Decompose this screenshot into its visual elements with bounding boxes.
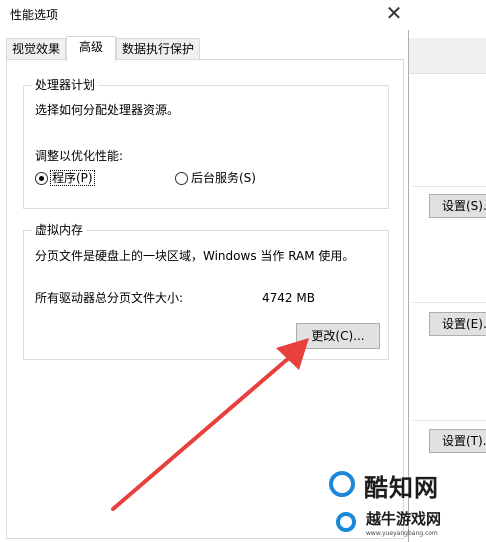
tab-data-execution-prevention[interactable]: 数据执行保护 [116, 38, 200, 60]
watermark-logo-icon [329, 471, 356, 532]
background-settings-s-button[interactable]: 设置(S)... [429, 194, 486, 218]
virtual-memory-legend: 虚拟内存 [32, 223, 87, 237]
processor-scheduling-group: 处理器计划 选择如何分配处理器资源。 调整以优化性能: 程序(P) 后台服务(S… [23, 78, 389, 209]
close-icon[interactable]: ✕ [380, 1, 408, 27]
background-services-radio-label: 后台服务(S) [191, 171, 256, 185]
tab-advanced[interactable]: 高级 [66, 36, 116, 62]
watermark-logo-ring [329, 471, 355, 497]
background-divider [413, 420, 486, 421]
background-divider [413, 302, 486, 303]
programs-radio[interactable]: 程序(P) [35, 170, 95, 186]
programs-radio-label: 程序(P) [50, 170, 95, 186]
background-window-header [409, 38, 486, 74]
virtual-memory-group: 虚拟内存 分页文件是硬盘上的一块区域，Windows 当作 RAM 使用。 所有… [23, 223, 389, 360]
paging-file-description: 分页文件是硬盘上的一块区域，Windows 当作 RAM 使用。 [35, 249, 355, 263]
title-bar: 性能选项 ✕ [0, 0, 409, 30]
adjust-for-label: 调整以优化性能: [35, 149, 124, 163]
watermark-logo-text: 酷知网 [364, 474, 439, 502]
programs-radio-indicator[interactable] [35, 171, 48, 185]
background-window: 设置(S)... 设置(E)... 设置(T)... [408, 0, 486, 542]
background-services-radio-indicator[interactable] [175, 171, 188, 185]
background-settings-t-button[interactable]: 设置(T)... [429, 429, 486, 453]
change-virtual-memory-button[interactable]: 更改(C)... [296, 323, 380, 349]
watermark-logo-ring [336, 512, 356, 532]
performance-options-dialog: 性能选项 ✕ 视觉效果 高级 数据执行保护 处理器计划 选择如何分配处理器资源。… [0, 0, 409, 542]
dialog-title: 性能选项 [10, 8, 59, 22]
background-divider [413, 186, 486, 187]
watermark-url: www.yueyangbang.com [366, 530, 438, 537]
tab-visual-effects[interactable]: 视觉效果 [6, 38, 66, 60]
background-settings-e-button[interactable]: 设置(E)... [429, 312, 486, 336]
processor-description: 选择如何分配处理器资源。 [35, 103, 180, 117]
processor-scheduling-legend: 处理器计划 [32, 78, 99, 92]
total-paging-size-label: 所有驱动器总分页文件大小: [35, 291, 184, 305]
total-paging-size-value: 4742 MB [262, 291, 315, 305]
background-services-radio[interactable]: 后台服务(S) [175, 171, 256, 185]
watermark-subtitle: 越牛游戏网 [366, 510, 442, 528]
watermark: 酷知网 越牛游戏网 www.yueyangbang.com [326, 466, 486, 542]
